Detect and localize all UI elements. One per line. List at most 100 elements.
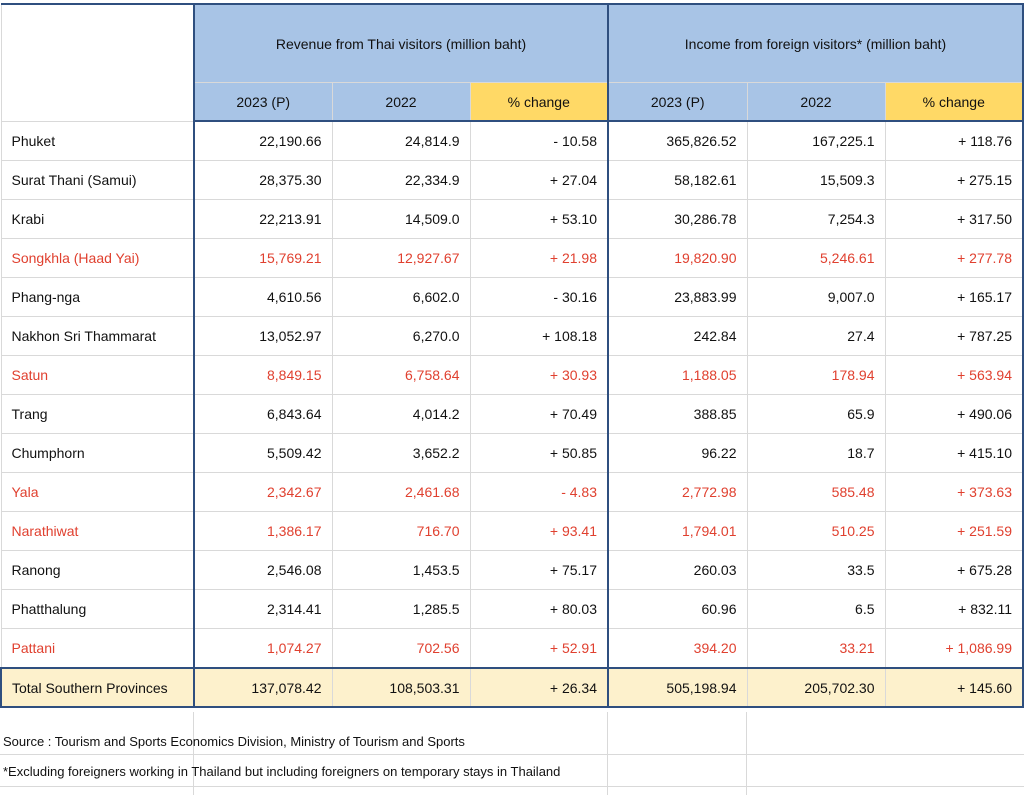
province-name[interactable]: Krabi: [0, 199, 195, 239]
cell-thai-pct[interactable]: + 21.98: [469, 238, 609, 278]
header-foreign-2022[interactable]: 2022: [746, 82, 886, 122]
province-name[interactable]: Phuket: [0, 120, 195, 161]
cell-foreign-2023[interactable]: 242.84: [607, 316, 748, 356]
cell-foreign-2022[interactable]: 6.5: [746, 589, 886, 629]
cell-thai-2023[interactable]: 2,342.67: [193, 472, 333, 512]
cell-foreign-2023[interactable]: 1,794.01: [607, 511, 748, 551]
cell-foreign-2022[interactable]: 15,509.3: [746, 160, 886, 200]
province-name[interactable]: Phang-nga: [0, 277, 195, 317]
province-name[interactable]: Phatthalung: [0, 589, 195, 629]
total-thai-pct[interactable]: + 26.34: [469, 667, 609, 708]
province-name[interactable]: Surat Thani (Samui): [0, 160, 195, 200]
cell-thai-2022[interactable]: 6,270.0: [331, 316, 471, 356]
cell-thai-pct[interactable]: + 52.91: [469, 628, 609, 669]
cell-thai-pct[interactable]: + 80.03: [469, 589, 609, 629]
cell-thai-2023[interactable]: 6,843.64: [193, 394, 333, 434]
cell-thai-2022[interactable]: 6,758.64: [331, 355, 471, 395]
province-name[interactable]: Trang: [0, 394, 195, 434]
cell-thai-2022[interactable]: 716.70: [331, 511, 471, 551]
cell-thai-pct[interactable]: + 50.85: [469, 433, 609, 473]
province-name[interactable]: Narathiwat: [0, 511, 195, 551]
cell-foreign-2022[interactable]: 178.94: [746, 355, 886, 395]
cell-thai-pct[interactable]: - 4.83: [469, 472, 609, 512]
cell-foreign-2022[interactable]: 27.4: [746, 316, 886, 356]
cell-thai-pct[interactable]: + 75.17: [469, 550, 609, 590]
cell-foreign-2023[interactable]: 19,820.90: [607, 238, 748, 278]
cell-foreign-pct[interactable]: + 832.11: [884, 589, 1024, 629]
cell-thai-2022[interactable]: 3,652.2: [331, 433, 471, 473]
total-thai-2023[interactable]: 137,078.42: [193, 667, 333, 708]
cell-thai-pct[interactable]: + 108.18: [469, 316, 609, 356]
cell-foreign-2023[interactable]: 2,772.98: [607, 472, 748, 512]
total-foreign-2023[interactable]: 505,198.94: [607, 667, 748, 708]
cell-foreign-pct[interactable]: + 675.28: [884, 550, 1024, 590]
cell-foreign-2022[interactable]: 33.21: [746, 628, 886, 669]
cell-thai-2023[interactable]: 13,052.97: [193, 316, 333, 356]
cell-thai-2022[interactable]: 24,814.9: [331, 120, 471, 161]
corner-cell[interactable]: [0, 3, 195, 122]
cell-thai-2023[interactable]: 22,213.91: [193, 199, 333, 239]
header-thai-2022[interactable]: 2022: [331, 82, 471, 122]
cell-foreign-pct[interactable]: + 1,086.99: [884, 628, 1024, 669]
cell-foreign-pct[interactable]: + 317.50: [884, 199, 1024, 239]
cell-foreign-2022[interactable]: 7,254.3: [746, 199, 886, 239]
cell-foreign-pct[interactable]: + 490.06: [884, 394, 1024, 434]
cell-foreign-2022[interactable]: 65.9: [746, 394, 886, 434]
province-name[interactable]: Satun: [0, 355, 195, 395]
total-thai-2022[interactable]: 108,503.31: [331, 667, 471, 708]
total-label[interactable]: Total Southern Provinces: [0, 667, 195, 708]
cell-foreign-2023[interactable]: 394.20: [607, 628, 748, 669]
cell-foreign-2023[interactable]: 58,182.61: [607, 160, 748, 200]
cell-thai-pct[interactable]: + 70.49: [469, 394, 609, 434]
header-thai-pct-change[interactable]: % change: [469, 82, 609, 122]
cell-thai-2023[interactable]: 5,509.42: [193, 433, 333, 473]
cell-thai-2023[interactable]: 22,190.66: [193, 120, 333, 161]
cell-foreign-2022[interactable]: 33.5: [746, 550, 886, 590]
cell-foreign-pct[interactable]: + 275.15: [884, 160, 1024, 200]
cell-foreign-2023[interactable]: 96.22: [607, 433, 748, 473]
cell-foreign-pct[interactable]: + 277.78: [884, 238, 1024, 278]
cell-thai-pct[interactable]: + 30.93: [469, 355, 609, 395]
cell-thai-2023[interactable]: 1,386.17: [193, 511, 333, 551]
cell-foreign-pct[interactable]: + 787.25: [884, 316, 1024, 356]
cell-foreign-pct[interactable]: + 118.76: [884, 120, 1024, 161]
cell-foreign-2022[interactable]: 167,225.1: [746, 120, 886, 161]
cell-foreign-2023[interactable]: 365,826.52: [607, 120, 748, 161]
cell-thai-pct[interactable]: - 10.58: [469, 120, 609, 161]
cell-thai-2022[interactable]: 12,927.67: [331, 238, 471, 278]
cell-thai-2023[interactable]: 28,375.30: [193, 160, 333, 200]
cell-thai-2022[interactable]: 14,509.0: [331, 199, 471, 239]
cell-thai-2023[interactable]: 2,546.08: [193, 550, 333, 590]
cell-thai-pct[interactable]: - 30.16: [469, 277, 609, 317]
header-foreign-2023[interactable]: 2023 (P): [607, 82, 748, 122]
cell-foreign-2022[interactable]: 9,007.0: [746, 277, 886, 317]
cell-thai-2022[interactable]: 702.56: [331, 628, 471, 669]
cell-foreign-2023[interactable]: 23,883.99: [607, 277, 748, 317]
cell-foreign-pct[interactable]: + 373.63: [884, 472, 1024, 512]
cell-thai-2022[interactable]: 1,285.5: [331, 589, 471, 629]
cell-foreign-pct[interactable]: + 563.94: [884, 355, 1024, 395]
header-thai-revenue[interactable]: Revenue from Thai visitors (million baht…: [193, 3, 609, 83]
cell-foreign-pct[interactable]: + 251.59: [884, 511, 1024, 551]
province-name[interactable]: Ranong: [0, 550, 195, 590]
cell-thai-2022[interactable]: 6,602.0: [331, 277, 471, 317]
cell-foreign-2022[interactable]: 585.48: [746, 472, 886, 512]
header-foreign-pct-change[interactable]: % change: [884, 82, 1024, 122]
cell-foreign-2022[interactable]: 18.7: [746, 433, 886, 473]
province-name[interactable]: Pattani: [0, 628, 195, 669]
cell-foreign-2023[interactable]: 30,286.78: [607, 199, 748, 239]
cell-thai-2022[interactable]: 2,461.68: [331, 472, 471, 512]
cell-thai-2022[interactable]: 4,014.2: [331, 394, 471, 434]
cell-thai-pct[interactable]: + 53.10: [469, 199, 609, 239]
cell-thai-pct[interactable]: + 27.04: [469, 160, 609, 200]
cell-thai-2022[interactable]: 1,453.5: [331, 550, 471, 590]
cell-foreign-2023[interactable]: 60.96: [607, 589, 748, 629]
cell-foreign-2023[interactable]: 1,188.05: [607, 355, 748, 395]
cell-thai-pct[interactable]: + 93.41: [469, 511, 609, 551]
header-foreign-income[interactable]: Income from foreign visitors* (million b…: [607, 3, 1024, 83]
total-foreign-pct[interactable]: + 145.60: [884, 667, 1024, 708]
cell-foreign-pct[interactable]: + 165.17: [884, 277, 1024, 317]
cell-thai-2022[interactable]: 22,334.9: [331, 160, 471, 200]
cell-thai-2023[interactable]: 2,314.41: [193, 589, 333, 629]
province-name[interactable]: Nakhon Sri Thammarat: [0, 316, 195, 356]
